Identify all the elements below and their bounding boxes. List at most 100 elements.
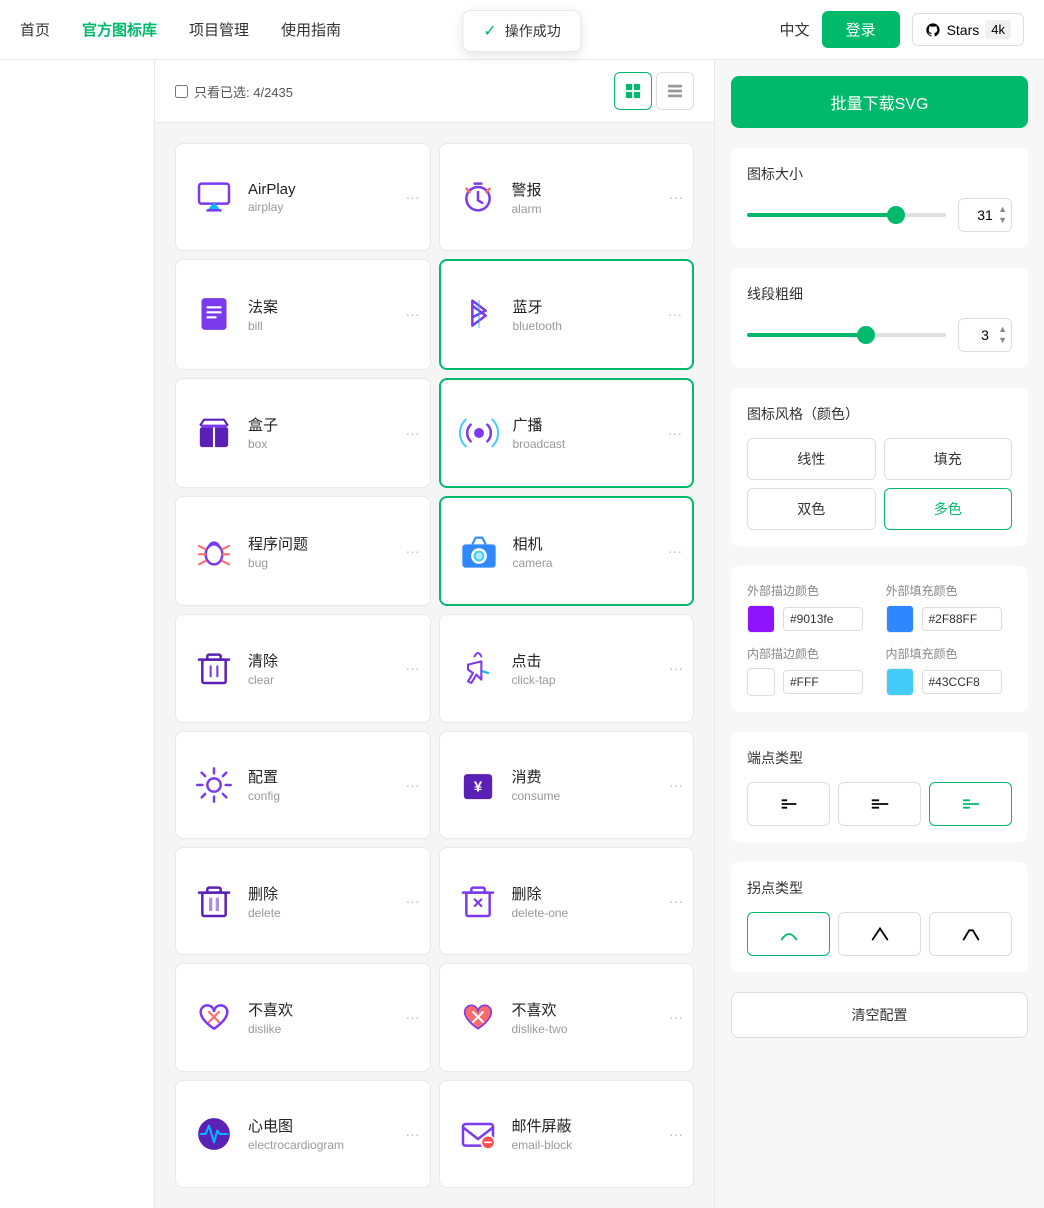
- stroke-down[interactable]: ▼: [998, 335, 1007, 346]
- icon-item-bug[interactable]: 程序问题 bug ···: [175, 496, 431, 606]
- dislike-two-more[interactable]: ···: [669, 1009, 683, 1025]
- inner-stroke-swatch[interactable]: [747, 668, 775, 696]
- nav-guide[interactable]: 使用指南: [281, 19, 341, 40]
- ecg-more[interactable]: ···: [406, 1126, 420, 1142]
- outer-stroke-input[interactable]: #9013fe: [783, 607, 863, 631]
- inner-fill-label: 内部填充颜色: [886, 645, 1013, 662]
- inner-stroke-input[interactable]: #FFF: [783, 670, 863, 694]
- broadcast-more[interactable]: ···: [668, 425, 682, 441]
- inner-fill-group: 内部填充颜色 #43CCF8: [886, 645, 1013, 696]
- delete-one-zh: 删除: [512, 883, 678, 904]
- node-miter[interactable]: [838, 912, 921, 956]
- outer-fill-input[interactable]: #2F88FF: [922, 607, 1002, 631]
- grid-view-button[interactable]: [614, 72, 652, 110]
- config-zh: 配置: [248, 766, 414, 787]
- endpoint-square[interactable]: [838, 782, 921, 826]
- bill-info: 法案 bill: [248, 296, 414, 333]
- icon-size-track[interactable]: [747, 213, 946, 217]
- stroke-thumb[interactable]: [857, 326, 875, 344]
- clear-more[interactable]: ···: [406, 660, 420, 676]
- box-info: 盒子 box: [248, 414, 414, 451]
- endpoint-round[interactable]: [929, 782, 1012, 826]
- style-linear[interactable]: 线性: [747, 438, 876, 480]
- outer-stroke-swatch[interactable]: [747, 605, 775, 633]
- outer-fill-swatch[interactable]: [886, 605, 914, 633]
- consume-zh: 消费: [512, 766, 678, 787]
- icon-item-broadcast[interactable]: 广播 broadcast ···: [439, 378, 695, 488]
- click-icon-img: [456, 646, 500, 690]
- dislike-zh: 不喜欢: [248, 999, 414, 1020]
- icon-item-dislike[interactable]: 不喜欢 dislike ···: [175, 963, 431, 1071]
- icon-item-clear[interactable]: 清除 clear ···: [175, 614, 431, 722]
- bug-more[interactable]: ···: [406, 543, 420, 559]
- dislike-two-en: dislike-two: [512, 1022, 678, 1036]
- consume-more[interactable]: ···: [669, 777, 683, 793]
- nav-project[interactable]: 项目管理: [189, 19, 249, 40]
- box-more[interactable]: ···: [406, 425, 420, 441]
- icon-item-bluetooth[interactable]: 蓝牙 bluetooth ···: [439, 259, 695, 369]
- icon-item-alarm[interactable]: 警报 alarm ···: [439, 143, 695, 251]
- delete-more[interactable]: ···: [406, 893, 420, 909]
- endpoint-square-icon: [869, 793, 891, 815]
- style-duotone[interactable]: 双色: [747, 488, 876, 530]
- bluetooth-en: bluetooth: [513, 319, 677, 333]
- camera-more[interactable]: ···: [668, 543, 682, 559]
- filter-checkbox-group[interactable]: 只看已选: 4/2435: [175, 82, 293, 101]
- outer-fill-group: 外部填充颜色 #2F88FF: [886, 582, 1013, 633]
- outer-stroke-label: 外部描边颜色: [747, 582, 874, 599]
- icon-item-ecg[interactable]: 心电图 electrocardiogram ···: [175, 1080, 431, 1188]
- style-multicolor[interactable]: 多色: [884, 488, 1013, 530]
- inner-fill-input[interactable]: #43CCF8: [922, 670, 1002, 694]
- nav-home[interactable]: 首页: [20, 19, 50, 40]
- icon-item-delete[interactable]: 删除 delete ···: [175, 847, 431, 955]
- outer-fill-label: 外部填充颜色: [886, 582, 1013, 599]
- icon-item-dislike-two[interactable]: 不喜欢 dislike-two ···: [439, 963, 695, 1071]
- consume-icon-img: ¥: [456, 763, 500, 807]
- inner-fill-swatch[interactable]: [886, 668, 914, 696]
- bluetooth-more[interactable]: ···: [668, 306, 682, 322]
- icon-item-consume[interactable]: ¥ 消费 consume ···: [439, 731, 695, 839]
- lang-switch[interactable]: 中文: [780, 19, 810, 40]
- icon-size-up[interactable]: ▲: [998, 204, 1007, 215]
- icon-item-click[interactable]: 点击 click-tap ···: [439, 614, 695, 722]
- filter-checkbox[interactable]: [175, 85, 188, 98]
- airplay-more[interactable]: ···: [406, 189, 420, 205]
- nav-icon-lib[interactable]: 官方图标库: [82, 19, 157, 40]
- grid-icon: [625, 82, 641, 100]
- inner-stroke-row: #FFF: [747, 668, 874, 696]
- stroke-up[interactable]: ▲: [998, 324, 1007, 335]
- delete-info: 删除 delete: [248, 883, 414, 920]
- bill-more[interactable]: ···: [406, 306, 420, 322]
- delete-one-more[interactable]: ···: [669, 893, 683, 909]
- clear-config-button[interactable]: 清空配置: [731, 992, 1028, 1038]
- config-more[interactable]: ···: [406, 777, 420, 793]
- stars-button[interactable]: Stars 4k: [912, 13, 1024, 46]
- airplay-zh: AirPlay: [248, 181, 414, 198]
- dislike-more[interactable]: ···: [406, 1009, 420, 1025]
- icon-size-thumb[interactable]: [887, 206, 905, 224]
- icon-item-bill[interactable]: 法案 bill ···: [175, 259, 431, 369]
- check-icon: ✓: [483, 21, 496, 41]
- ecg-zh: 心电图: [248, 1115, 414, 1136]
- icon-item-config[interactable]: 配置 config ···: [175, 731, 431, 839]
- camera-zh: 相机: [513, 533, 677, 554]
- node-bevel[interactable]: [929, 912, 1012, 956]
- stroke-track[interactable]: [747, 333, 946, 337]
- icon-item-delete-one[interactable]: 删除 delete-one ···: [439, 847, 695, 955]
- icon-item-camera[interactable]: 相机 camera ···: [439, 496, 695, 606]
- download-svg-button[interactable]: 批量下载SVG: [731, 76, 1028, 128]
- stroke-value: 3 ▲ ▼: [958, 318, 1012, 352]
- config-info: 配置 config: [248, 766, 414, 803]
- style-fill[interactable]: 填充: [884, 438, 1013, 480]
- alarm-more[interactable]: ···: [669, 189, 683, 205]
- icon-item-email-block[interactable]: 邮件屏蔽 email-block ···: [439, 1080, 695, 1188]
- icon-size-down[interactable]: ▼: [998, 215, 1007, 226]
- node-round[interactable]: [747, 912, 830, 956]
- icon-item-box[interactable]: 盒子 box ···: [175, 378, 431, 488]
- icon-item-airplay[interactable]: AirPlay airplay ···: [175, 143, 431, 251]
- endpoint-butt[interactable]: [747, 782, 830, 826]
- list-view-button[interactable]: [656, 72, 694, 110]
- login-button[interactable]: 登录: [822, 11, 900, 48]
- email-block-more[interactable]: ···: [669, 1126, 683, 1142]
- click-more[interactable]: ···: [669, 660, 683, 676]
